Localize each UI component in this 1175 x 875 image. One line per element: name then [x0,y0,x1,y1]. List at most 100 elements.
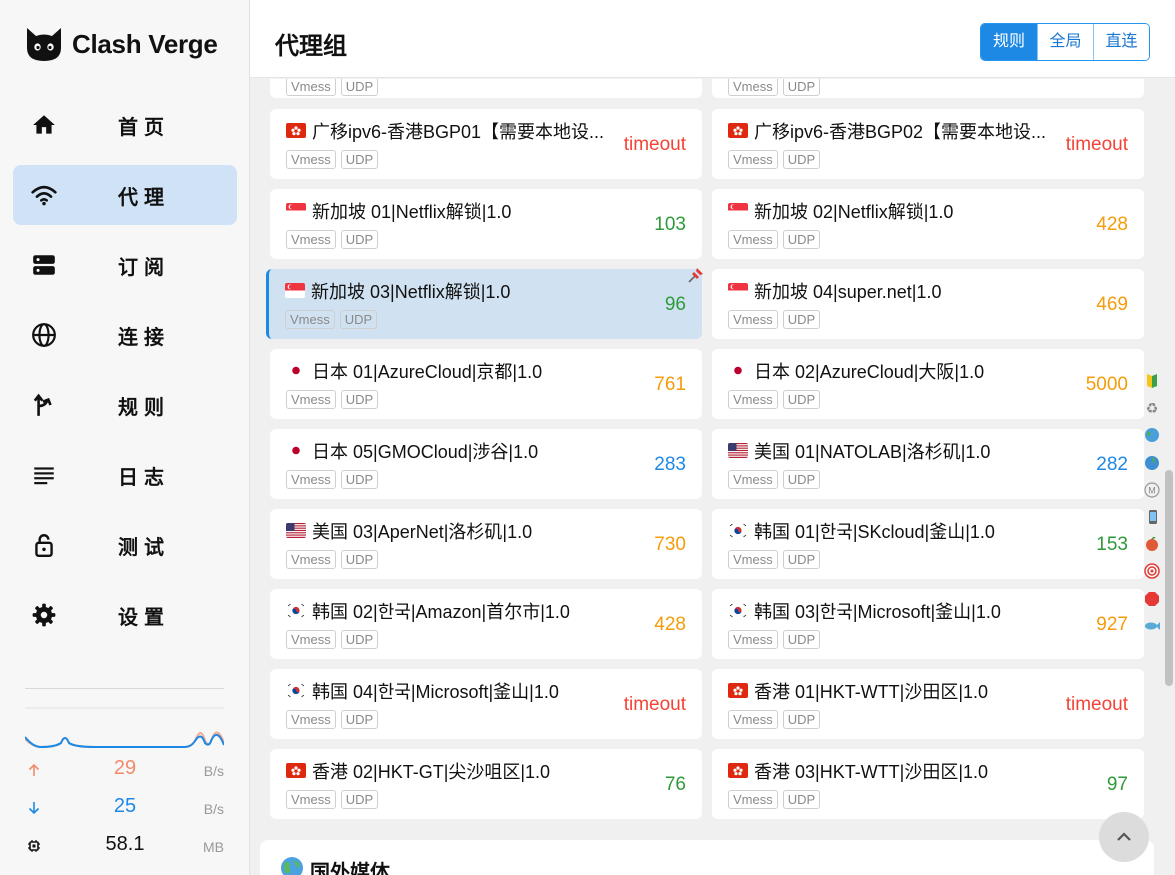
proxy-delay[interactable]: 283 [654,454,686,476]
proxy-card[interactable]: 新加坡 04|super.net|1.0 469 Vmess UDP [712,269,1144,339]
proxy-name: 香港 02|HKT-GT|尖沙咀区|1.0 [312,762,551,782]
proxy-card[interactable]: 美国 03|AperNet|洛杉矶|1.0 730 Vmess UDP [270,509,702,579]
scroll-to-top-button[interactable] [1099,812,1149,862]
mode-global-button[interactable]: 全局 [1037,24,1093,60]
globe-icon[interactable] [1143,454,1161,472]
proxy-tag: UDP [340,470,379,489]
proxy-delay[interactable]: 103 [654,214,686,236]
proxy-card[interactable]: 广移ipv6-香港BGP02【需要本地设... timeout Vmess UDP [712,109,1144,179]
proxy-name: 广移ipv6-香港BGP01【需要本地设... [312,122,605,142]
proxy-tags: Vmess UDP [728,390,825,409]
proxy-delay[interactable]: timeout [1066,694,1128,716]
proxy-group-header[interactable]: 国外媒体 [260,840,1154,875]
proxy-tag: UDP [782,470,821,489]
nav-label-test: 测试 [118,536,170,559]
nav-item-home[interactable]: 首页 [13,95,237,155]
nav-item-test[interactable]: 测试 [13,515,237,575]
nav-item-connections[interactable]: 连接 [13,305,237,365]
mode-direct-button[interactable]: 直连 [1093,24,1149,60]
nav-label-proxy: 代理 [118,186,170,209]
proxy-delay[interactable]: 5000 [1086,374,1128,396]
proxy-delay[interactable]: 469 [1096,294,1128,316]
proxy-delay[interactable]: 927 [1096,614,1128,636]
traffic-graph [25,707,224,749]
flag-sg-icon [285,283,305,298]
proxy-delay[interactable]: 97 [1107,774,1128,796]
proxy-card[interactable]: Vmess UDP [270,79,702,98]
target-icon[interactable] [1143,562,1161,580]
fish-icon[interactable] [1143,617,1161,635]
beginner-icon[interactable] [1143,372,1161,390]
upload-unit: B/s [203,763,224,779]
proxy-tags: Vmess UDP [728,550,825,569]
proxy-delay[interactable]: 428 [1096,214,1128,236]
proxy-tags: Vmess UDP [286,79,383,96]
globe-icon[interactable] [1143,426,1161,444]
proxy-card[interactable]: 香港 03|HKT-WTT|沙田区|1.0 97 Vmess UDP [712,749,1144,819]
proxy-delay[interactable]: 761 [654,374,686,396]
proxy-tags: Vmess UDP [286,470,383,489]
proxy-delay[interactable]: 428 [654,614,686,636]
proxy-card[interactable]: 日本 02|AzureCloud|大阪|1.0 5000 Vmess UDP [712,349,1144,419]
proxy-card[interactable]: 香港 02|HKT-GT|尖沙咀区|1.0 76 Vmess UDP [270,749,702,819]
proxy-delay[interactable]: timeout [624,134,686,156]
proxy-name: 日本 05|GMOCloud|涉谷|1.0 [312,442,539,462]
nav-item-settings[interactable]: 设置 [13,585,237,645]
download-unit: B/s [203,801,224,817]
proxy-delay[interactable]: timeout [624,694,686,716]
proxy-tag: Vmess [728,710,778,729]
cat-logo-icon [27,28,61,61]
proxy-delay[interactable]: 282 [1096,454,1128,476]
proxy-card[interactable]: 韩国 03|한국|Microsoft|釜山|1.0 927 Vmess UDP [712,589,1144,659]
apple-icon[interactable] [1143,535,1161,553]
recycle-icon[interactable]: ♻ [1143,399,1161,417]
nav-label-home: 首页 [118,116,170,139]
proxy-tags: Vmess UDP [728,230,825,249]
proxy-card[interactable]: 新加坡 03|Netflix解锁|1.0 96 Vmess UDP [266,268,703,339]
proxy-card[interactable]: 新加坡 01|Netflix解锁|1.0 103 Vmess UDP [270,189,702,259]
proxy-delay[interactable]: 96 [665,294,686,316]
proxy-card[interactable]: Vmess UDP [712,79,1144,98]
proxy-name: 韩国 03|한국|Microsoft|釜山|1.0 [754,602,1001,622]
proxy-tags: Vmess UDP [728,79,825,96]
proxy-card[interactable]: 广移ipv6-香港BGP01【需要本地设... timeout Vmess UDP [270,109,702,179]
proxy-card[interactable]: 韩国 01|한국|SKcloud|釜山|1.0 153 Vmess UDP [712,509,1144,579]
proxy-card[interactable]: 香港 01|HKT-WTT|沙田区|1.0 timeout Vmess UDP [712,669,1144,739]
upload-stat: 29 B/s [25,753,224,791]
proxy-tags: Vmess UDP [728,630,825,649]
proxy-card[interactable]: 美国 01|NATOLAB|洛杉矶|1.0 282 Vmess UDP [712,429,1144,499]
m-icon[interactable]: M [1143,481,1161,499]
proxy-delay[interactable]: timeout [1066,134,1128,156]
proxy-card[interactable]: 日本 05|GMOCloud|涉谷|1.0 283 Vmess UDP [270,429,702,499]
sidebar: Clash Verge 首页 代理 订阅 连接 规则 日志 测试 设置 29 B… [0,0,250,875]
memory-unit: MB [203,839,224,855]
nav-item-rules[interactable]: 规则 [13,375,237,435]
proxy-tags: Vmess UDP [286,710,383,729]
flag-hk-icon [286,763,306,778]
phone-icon[interactable] [1143,508,1161,526]
proxy-delay[interactable]: 730 [654,534,686,556]
mode-rule-button[interactable]: 规则 [981,24,1037,60]
page-title: 代理组 [275,33,347,60]
nav-item-subscribe[interactable]: 订阅 [13,235,237,295]
scrollbar-thumb[interactable] [1165,470,1173,686]
proxy-tags: Vmess UDP [286,230,383,249]
flag-kr-icon [286,683,306,698]
proxy-card[interactable]: 日本 01|AzureCloud|京都|1.0 761 Vmess UDP [270,349,702,419]
proxy-delay[interactable]: 76 [665,774,686,796]
server-icon [33,255,55,275]
mode-toggle-group: 规则 全局 直连 [980,23,1150,61]
nav-label-logs: 日志 [118,466,170,489]
nav-item-proxy[interactable]: 代理 [13,165,237,225]
proxy-name: 美国 01|NATOLAB|洛杉矶|1.0 [754,442,991,462]
proxy-tag: UDP [340,790,379,809]
proxy-delay[interactable]: 153 [1096,534,1128,556]
proxy-card[interactable]: 新加坡 02|Netflix解锁|1.0 428 Vmess UDP [712,189,1144,259]
proxy-card[interactable]: 韩国 04|한국|Microsoft|釜山|1.0 timeout Vmess UDP [270,669,702,739]
nav-item-logs[interactable]: 日志 [13,445,237,505]
stop-icon[interactable] [1143,590,1161,608]
proxy-card[interactable]: 韩国 02|한국|Amazon|首尔市|1.0 428 Vmess UDP [270,589,702,659]
proxy-name: 新加坡 01|Netflix解锁|1.0 [312,202,512,222]
flag-hk-icon [286,123,306,138]
proxy-tag: UDP [782,310,821,329]
